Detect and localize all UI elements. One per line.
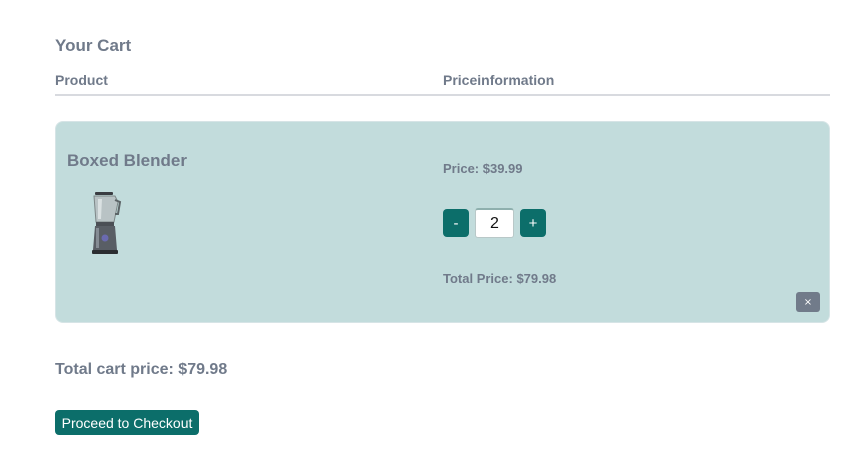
- quantity-input[interactable]: [475, 208, 514, 238]
- close-icon: ×: [803, 296, 813, 308]
- decrement-quantity-button[interactable]: -: [443, 209, 469, 237]
- cart-total-price: Total cart price: $79.98: [55, 361, 228, 378]
- checkout-button[interactable]: Proceed to Checkout: [55, 410, 199, 435]
- unit-price: Price: $39.99: [443, 161, 523, 176]
- item-total-price: Total Price: $79.98: [443, 271, 557, 286]
- product-column-header: Product: [55, 72, 108, 88]
- quantity-stepper: - +: [443, 208, 546, 238]
- remove-item-button[interactable]: ×: [796, 292, 820, 312]
- increment-quantity-button[interactable]: +: [520, 209, 546, 237]
- price-info-column-header: Priceinformation: [443, 72, 555, 88]
- cart-page: Your Cart Product Priceinformation Boxed…: [0, 0, 866, 464]
- cart-item: Boxed Blender Price: $39.99 - + Total Pr…: [55, 121, 830, 323]
- header-divider: [55, 94, 830, 96]
- cart-title: Your Cart: [55, 36, 132, 55]
- blender-icon: [92, 192, 122, 254]
- product-name: Boxed Blender: [67, 151, 187, 170]
